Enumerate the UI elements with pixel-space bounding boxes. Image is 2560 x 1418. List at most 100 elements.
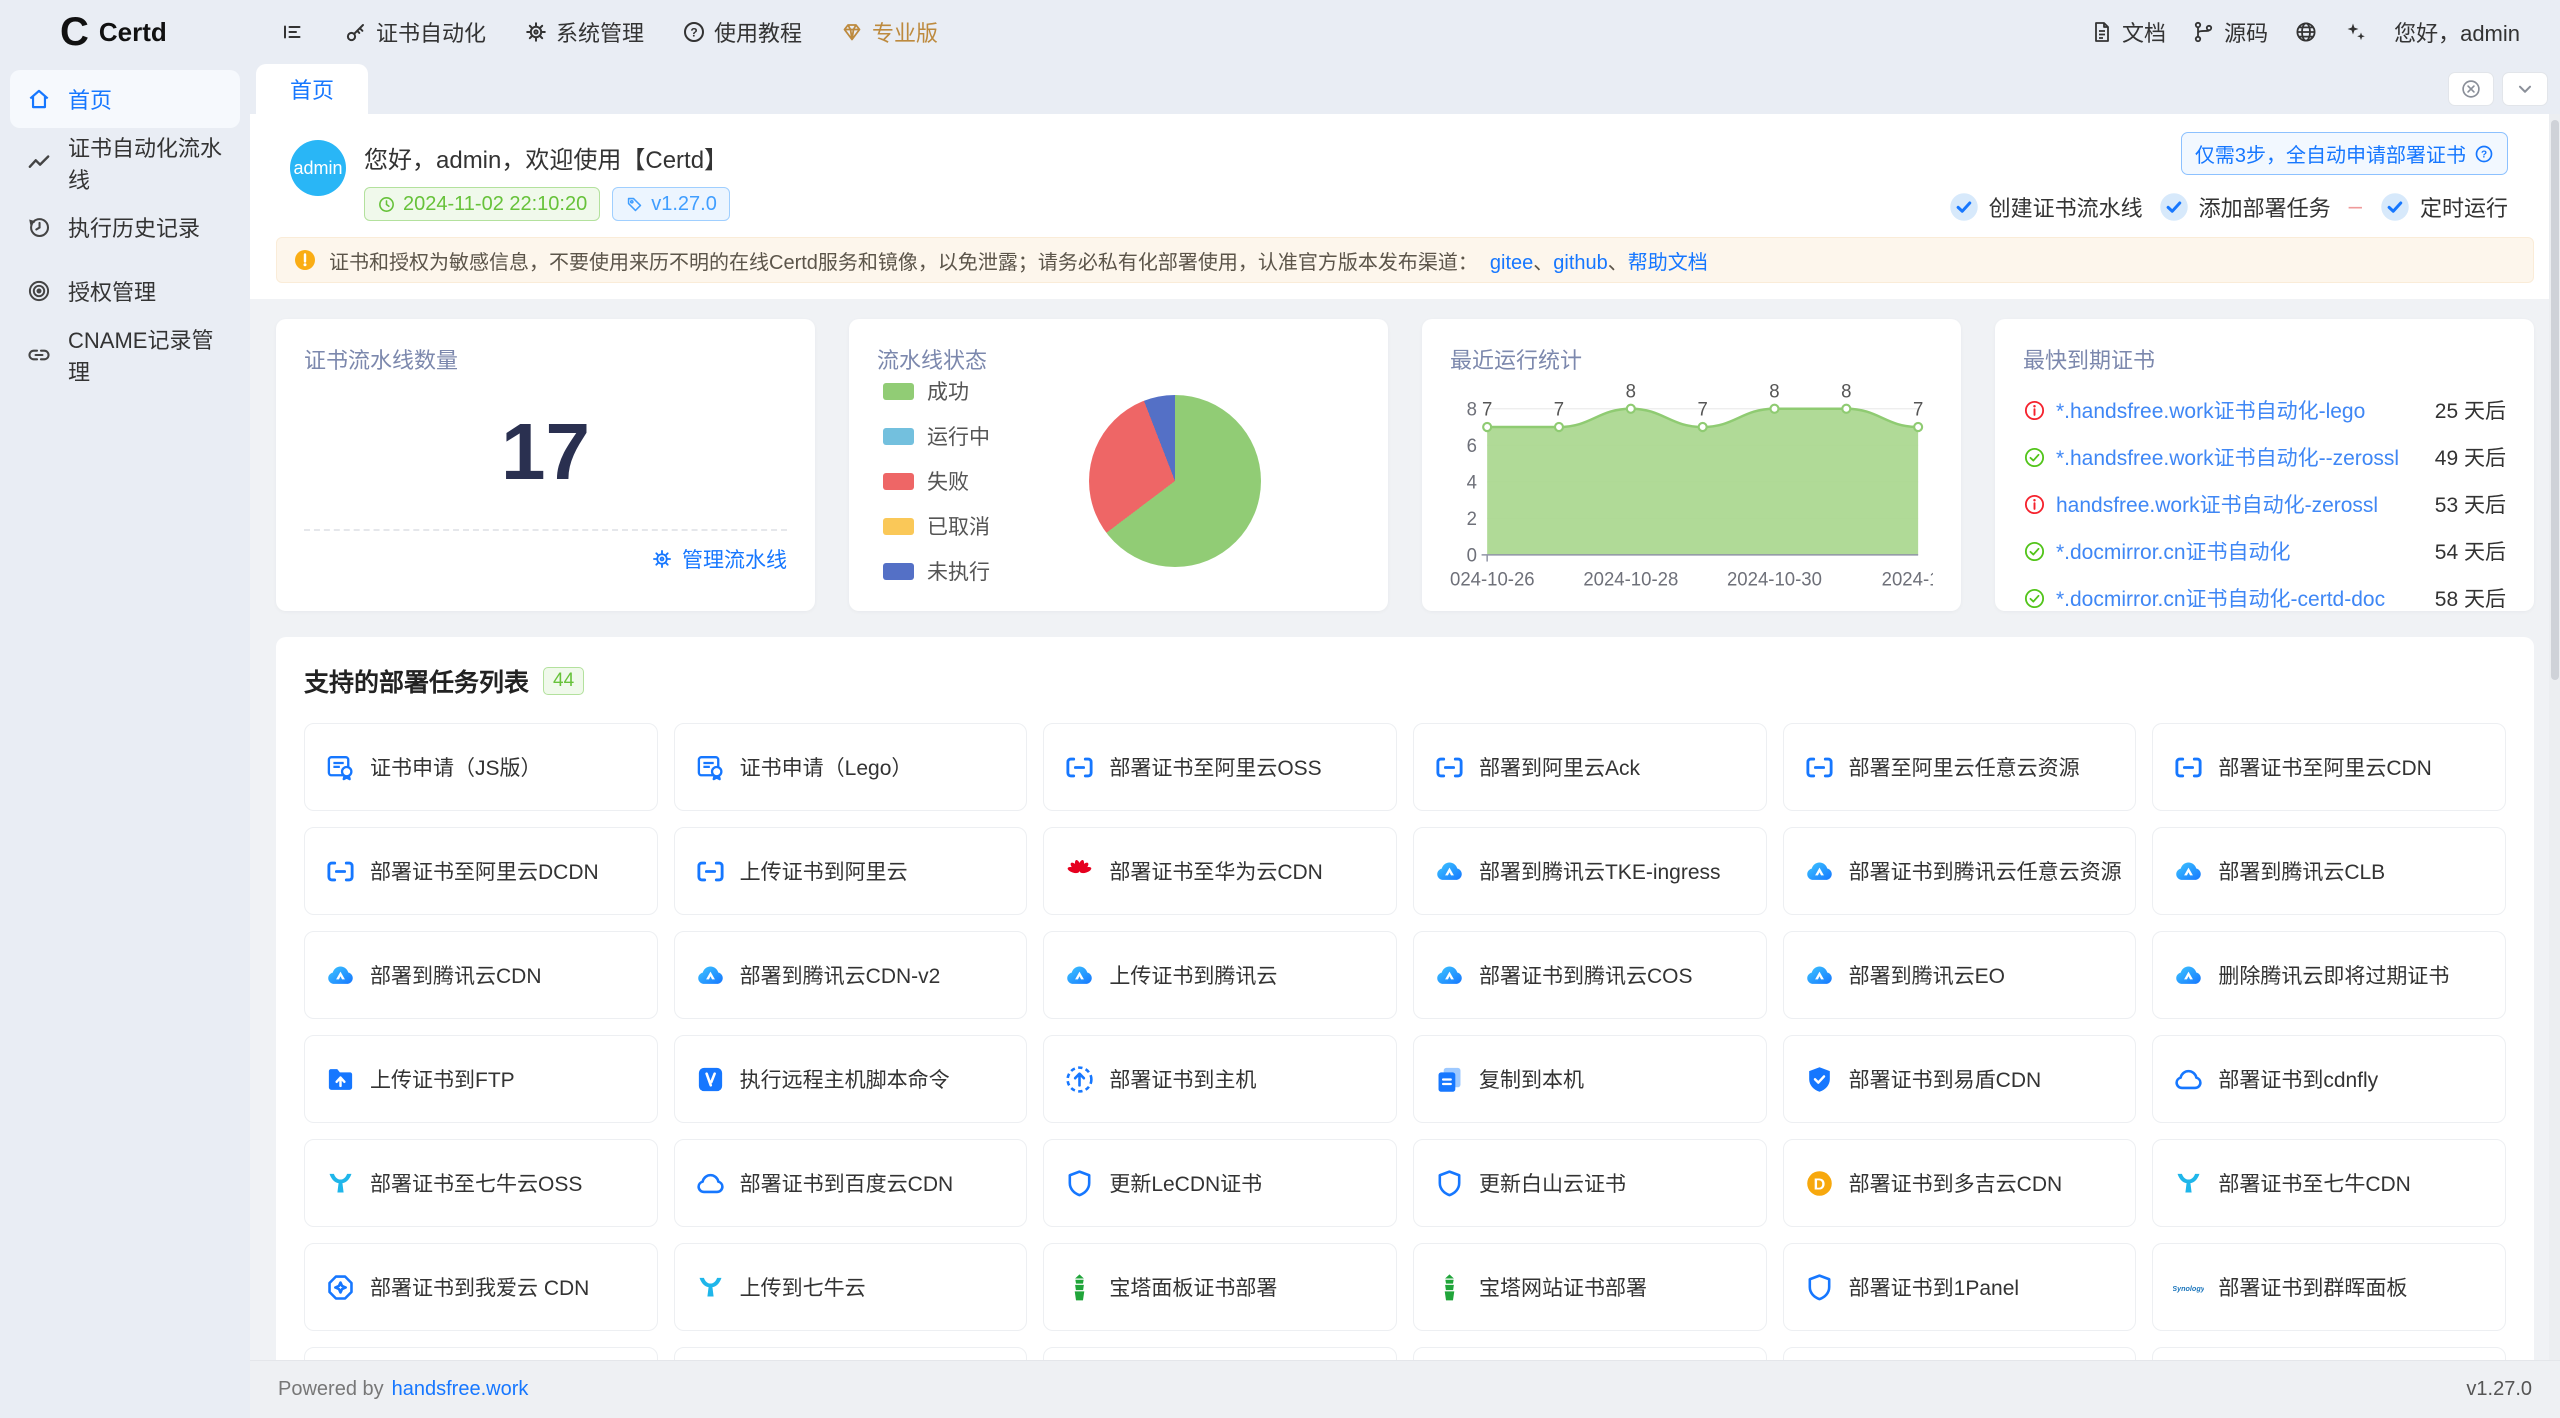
legend-item[interactable]: 运行中 (883, 421, 990, 451)
task-card[interactable]: 复制到本机 (1413, 1035, 1767, 1123)
legend-item[interactable]: 已取消 (883, 511, 990, 541)
nav-item[interactable]: 系统管理 (512, 8, 656, 56)
status-pie-chart[interactable] (1089, 395, 1261, 567)
notice-link[interactable]: 帮助文档 (1628, 252, 1708, 274)
task-card-partial[interactable] (1783, 1347, 2137, 1360)
legend-item[interactable]: 成功 (883, 376, 990, 406)
svg-text:8: 8 (1626, 380, 1636, 401)
scrollbar-thumb[interactable] (2551, 120, 2559, 680)
task-card[interactable]: 部署证书至阿里云CDN (2152, 723, 2506, 811)
task-card[interactable]: 部署证书到群晖面板 (2152, 1243, 2506, 1331)
certificate-link[interactable]: handsfree.work证书自动化-zerossl (2056, 489, 2378, 519)
task-card[interactable]: 部署证书到百度云CDN (674, 1139, 1028, 1227)
task-card[interactable]: 证书申请（JS版） (304, 723, 658, 811)
manage-pipelines-link[interactable]: 管理流水线 (304, 529, 787, 587)
task-card[interactable]: 上传证书到FTP (304, 1035, 658, 1123)
recent-runs-area-chart[interactable]: 02468 77878872024-10-262024-10-282024-10… (1450, 367, 1933, 602)
task-card-partial[interactable] (304, 1347, 658, 1360)
pipeline-status-card: 流水线状态 成功运行中失败已取消未执行 (849, 319, 1388, 611)
task-card[interactable]: 部署证书至阿里云OSS (1043, 723, 1397, 811)
nav-item[interactable]: 证书自动化 (332, 8, 498, 56)
task-card[interactable]: 部署证书到我爱云 CDN (304, 1243, 658, 1331)
certificate-link[interactable]: *.docmirror.cn证书自动化-certd-doc (2056, 583, 2385, 613)
task-card[interactable]: 部署证书至阿里云DCDN (304, 827, 658, 915)
sidebar-item-label: 执行历史记录 (68, 211, 200, 243)
nav-item[interactable]: 使用教程 (670, 8, 814, 56)
svg-text:8: 8 (1841, 380, 1851, 401)
task-card[interactable]: 部署至阿里云任意云资源 (1783, 723, 2137, 811)
task-card[interactable]: 部署到腾讯云CLB (2152, 827, 2506, 915)
certificate-link[interactable]: *.handsfree.work证书自动化-lego (2056, 395, 2365, 425)
vertical-scrollbar[interactable] (2549, 114, 2560, 1360)
quick-step[interactable]: 定时运行 (2380, 191, 2508, 223)
globe-button[interactable] (2294, 20, 2318, 44)
aliyun-icon (1434, 752, 1465, 783)
task-card-partial[interactable] (1043, 1347, 1397, 1360)
version-badge[interactable]: v1.27.0 (612, 187, 730, 221)
user-menu[interactable]: 您好，admin (2394, 16, 2520, 48)
task-card[interactable]: 上传证书到阿里云 (674, 827, 1028, 915)
task-card[interactable]: 部署证书至华为云CDN (1043, 827, 1397, 915)
task-card[interactable]: 执行远程主机脚本命令 (674, 1035, 1028, 1123)
quick-step[interactable]: 创建证书流水线 (1949, 191, 2143, 223)
ok-circle-icon (2023, 540, 2046, 563)
task-card[interactable]: 更新LeCDN证书 (1043, 1139, 1397, 1227)
certificate-link[interactable]: *.handsfree.work证书自动化--zerossl (2056, 442, 2399, 472)
nav-item[interactable]: 专业版 (828, 8, 950, 56)
sidebar-item-label: 首页 (68, 83, 112, 115)
quick-step[interactable]: 添加部署任务 (2159, 191, 2331, 223)
svg-text:4: 4 (1467, 471, 1477, 492)
task-card[interactable]: 宝塔面板证书部署 (1043, 1243, 1397, 1331)
task-card[interactable]: 更新白山云证书 (1413, 1139, 1767, 1227)
task-card[interactable]: 上传到七牛云 (674, 1243, 1028, 1331)
sidebar-item[interactable]: 执行历史记录 (10, 198, 240, 256)
notice-link[interactable]: gitee (1490, 252, 1533, 274)
task-card[interactable]: 部署到腾讯云TKE-ingress (1413, 827, 1767, 915)
task-card[interactable]: 部署到腾讯云CDN (304, 931, 658, 1019)
sparkles-icon (2344, 20, 2368, 44)
shield-outline-icon (1804, 1272, 1835, 1303)
task-card[interactable]: 部署证书到cdnfly (2152, 1035, 2506, 1123)
tabs-close-button[interactable] (2448, 72, 2494, 106)
task-card[interactable]: 部署证书到腾讯云任意云资源 (1783, 827, 2137, 915)
task-card[interactable]: 部署证书至七牛CDN (2152, 1139, 2506, 1227)
task-card[interactable]: 上传证书到腾讯云 (1043, 931, 1397, 1019)
home-icon (26, 86, 52, 112)
sidebar-item[interactable]: 证书自动化流水线 (10, 134, 240, 192)
sidebar-item[interactable]: CNAME记录管理 (10, 326, 240, 384)
handsfree-link[interactable]: handsfree.work (392, 1378, 529, 1401)
task-card[interactable]: 部署到腾讯云CDN-v2 (674, 931, 1028, 1019)
tabs-more-button[interactable] (2502, 72, 2548, 106)
task-card[interactable]: 删除腾讯云即将过期证书 (2152, 931, 2506, 1019)
sidebar-collapse-button[interactable] (280, 20, 304, 44)
brand[interactable]: C Certd (0, 12, 250, 52)
nav-link[interactable]: 文档 (2090, 16, 2166, 48)
avatar[interactable]: admin (290, 140, 346, 196)
task-card[interactable]: 部署到阿里云Ack (1413, 723, 1767, 811)
nav-link[interactable]: 源码 (2192, 16, 2268, 48)
quick-steps-badge[interactable]: 仅需3步，全自动申请部署证书 (2181, 132, 2508, 175)
task-card[interactable]: 部署到腾讯云EO (1783, 931, 2137, 1019)
cert-icon (325, 752, 356, 783)
task-card[interactable]: 部署证书到1Panel (1783, 1243, 2137, 1331)
task-card[interactable]: 宝塔网站证书部署 (1413, 1243, 1767, 1331)
notice-link[interactable]: github (1553, 252, 1608, 274)
task-card-partial[interactable] (2152, 1347, 2506, 1360)
sidebar-item[interactable]: 首页 (10, 70, 240, 128)
sparkles-button[interactable] (2344, 20, 2368, 44)
task-card[interactable]: 部署证书到多吉云CDN (1783, 1139, 2137, 1227)
legend-item[interactable]: 失败 (883, 466, 990, 496)
sidebar-item[interactable]: 授权管理 (10, 262, 240, 320)
task-card-partial[interactable] (674, 1347, 1028, 1360)
task-card[interactable]: 部署证书至七牛云OSS (304, 1139, 658, 1227)
tab-home[interactable]: 首页 (256, 64, 368, 114)
legend-item[interactable]: 未执行 (883, 556, 990, 586)
task-label: 部署证书至阿里云CDN (2218, 752, 2432, 782)
task-card[interactable]: 部署证书到主机 (1043, 1035, 1397, 1123)
task-card[interactable]: 证书申请（Lego） (674, 723, 1028, 811)
certificate-link[interactable]: *.docmirror.cn证书自动化 (2056, 536, 2291, 566)
task-card-partial[interactable] (1413, 1347, 1767, 1360)
task-card[interactable]: 部署证书到腾讯云COS (1413, 931, 1767, 1019)
expiry-days: 54 天后 (2435, 536, 2506, 566)
task-card[interactable]: 部署证书到易盾CDN (1783, 1035, 2137, 1123)
